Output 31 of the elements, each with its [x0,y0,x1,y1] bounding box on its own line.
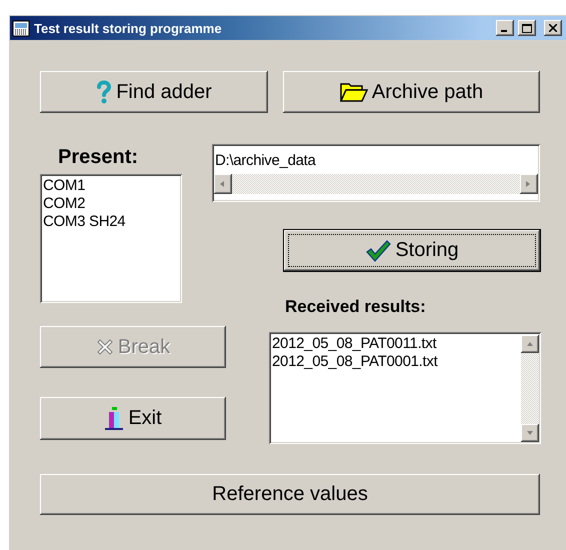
reference-values-button[interactable]: Reference values [40,474,540,515]
minimize-button[interactable] [496,20,514,36]
question-mark-icon [96,80,112,104]
keyboard-icon [12,20,30,36]
scroll-down-icon [526,429,534,437]
maximize-icon [522,24,532,32]
list-item[interactable]: COM2 [43,195,86,213]
list-item[interactable]: 2012_05_08_PAT0011.txt [272,335,436,353]
close-button[interactable] [544,20,562,36]
find-adder-button[interactable]: Find adder [40,71,268,113]
scroll-up-icon [526,340,534,348]
storing-button[interactable]: Storing [283,229,541,272]
exit-button[interactable]: Exit [40,397,226,440]
maximize-button[interactable] [518,20,536,36]
list-item[interactable]: COM3 SH24 [43,213,126,231]
present-label: Present: [58,146,138,168]
folder-icon [340,81,368,103]
list-item[interactable]: 2012_05_08_PAT0001.txt [272,353,438,371]
horizontal-scrollbar[interactable] [214,174,538,194]
list-item[interactable]: COM1 [43,177,86,195]
archive-path-button[interactable]: Archive path [283,71,540,113]
ports-listbox[interactable]: COM1 COM2 COM3 SH24 [40,174,182,303]
results-listbox[interactable]: 2012_05_08_PAT0011.txt 2012_05_08_PAT0001.txt [269,332,541,444]
window-title: Test result storing programme [34,20,223,36]
vertical-scrollbar[interactable] [521,335,539,442]
scroll-left-icon [219,180,227,188]
close-icon [549,24,557,32]
exit-door-icon [104,406,124,430]
received-results-label: Received results: [285,296,426,318]
cross-icon [96,338,114,356]
checkmark-icon [365,238,392,262]
